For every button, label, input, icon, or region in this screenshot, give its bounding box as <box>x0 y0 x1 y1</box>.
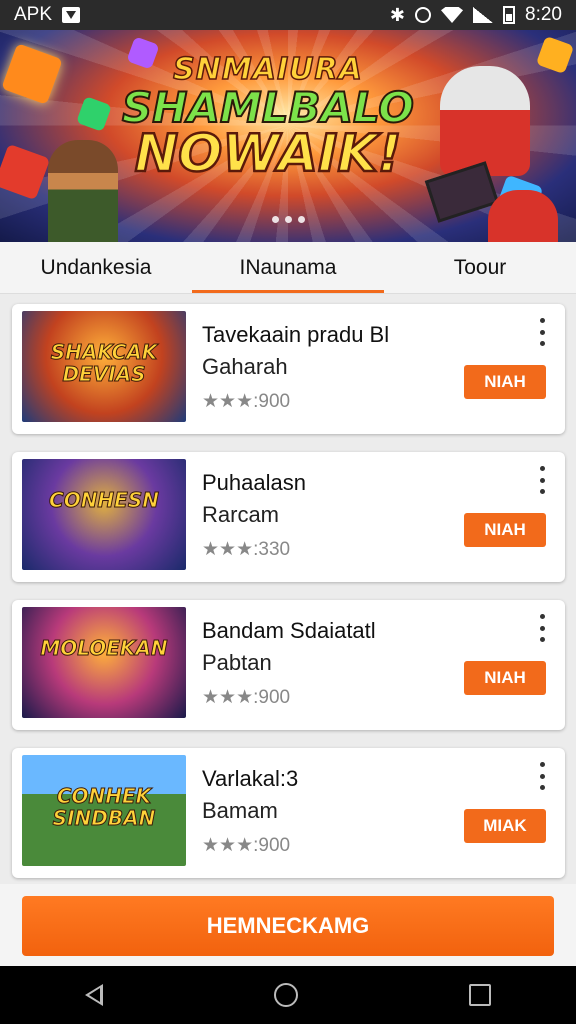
thumbnail-title: CONHESN <box>49 488 160 512</box>
install-button[interactable]: MIAK <box>464 809 546 843</box>
tab-toour[interactable]: Toour <box>384 242 576 293</box>
list-item[interactable]: MOLOEKAN Bandam Sdaiatatl Pabtan ★★★:900… <box>12 600 565 730</box>
carousel-indicator[interactable] <box>0 216 576 223</box>
wifi-icon <box>441 7 464 23</box>
thumbnail-art: CONHESN <box>22 459 186 570</box>
more-options-icon[interactable] <box>536 614 548 642</box>
game-thumbnail[interactable]: MOLOEKAN <box>22 607 186 718</box>
thumbnail-title: MOLOEKAN <box>40 636 168 660</box>
battery-icon <box>503 6 516 24</box>
hero-banner[interactable]: SNMAIURA SHAMLBALO NOWAIK! <box>0 30 576 242</box>
game-list: SHAKCAK DEVIAS Tavekaain pradu Bl Gahara… <box>12 304 565 896</box>
game-thumbnail[interactable]: CONHESN <box>22 459 186 570</box>
game-title: Puhaalasn <box>202 470 306 495</box>
more-options-icon[interactable] <box>536 762 548 790</box>
game-subtitle: Gaharah <box>202 354 288 379</box>
game-title: Tavekaain pradu Bl <box>202 322 390 347</box>
game-subtitle: Rarcam <box>202 502 280 527</box>
clock: 8:20 <box>525 4 562 25</box>
banner-fox-character <box>440 66 530 176</box>
thumbnail-art: MOLOEKAN <box>22 607 186 718</box>
carousel-dot[interactable] <box>297 216 305 223</box>
carrier-label: APK <box>14 4 53 25</box>
tab-label: Toour <box>453 255 507 279</box>
notification-icon <box>62 7 81 23</box>
system-nav-bar <box>0 966 576 1024</box>
game-subtitle: Pabtan <box>202 650 272 675</box>
tab-undankesia[interactable]: Undankesia <box>0 242 192 293</box>
home-icon[interactable] <box>273 983 298 1007</box>
status-right: ✱ 8:20 <box>390 4 562 26</box>
carousel-dot[interactable] <box>271 216 279 223</box>
game-rating: ★★★:900 <box>202 391 291 412</box>
game-thumbnail[interactable]: SHAKCAK DEVIAS <box>22 311 186 422</box>
game-title: Bandam Sdaiatatl <box>202 618 376 643</box>
tab-label: INaunama <box>239 255 337 279</box>
bottom-cta-bar: HEMNECKAMG <box>0 884 576 966</box>
thumbnail-title: SHAKCAK DEVIAS <box>50 340 158 386</box>
list-item[interactable]: SHAKCAK DEVIAS Tavekaain pradu Bl Gahara… <box>12 304 565 434</box>
tab-bar: Undankesia INaunama Toour <box>0 242 576 294</box>
banner-logo-line: NOWAIK! <box>133 123 402 186</box>
alarm-icon <box>415 7 432 23</box>
install-button[interactable]: NIAH <box>464 513 546 547</box>
thumbnail-title: CONHEK SINDBAN <box>52 784 156 830</box>
banner-logo: SNMAIURA SHAMLBALO NOWAIK! <box>118 51 418 186</box>
bluetooth-icon: ✱ <box>389 4 406 25</box>
back-icon[interactable] <box>85 984 104 1006</box>
thumbnail-art: CONHEK SINDBAN <box>22 755 186 866</box>
game-title: Varlakal:3 <box>202 766 299 791</box>
list-item[interactable]: CONHEK SINDBAN Varlakal:3 Bamam ★★★:900 … <box>12 748 565 878</box>
status-left: APK <box>14 4 81 26</box>
list-item[interactable]: CONHESN Puhaalasn Rarcam ★★★:330 NIAH <box>12 452 565 582</box>
more-options-icon[interactable] <box>536 466 548 494</box>
tab-inaunama[interactable]: INaunama <box>192 242 384 293</box>
banner-logo-line: SNMAIURA <box>172 51 363 88</box>
install-button[interactable]: NIAH <box>464 365 546 399</box>
recents-icon[interactable] <box>468 984 491 1006</box>
banner-hero-character <box>48 140 118 242</box>
game-thumbnail[interactable]: CONHEK SINDBAN <box>22 755 186 866</box>
game-rating: ★★★:900 <box>202 687 291 708</box>
status-bar: APK ✱ 8:20 <box>0 0 576 30</box>
signal-icon <box>473 7 494 23</box>
game-rating: ★★★:900 <box>202 835 291 856</box>
install-button[interactable]: NIAH <box>464 661 546 695</box>
game-subtitle: Bamam <box>202 798 278 823</box>
carousel-dot[interactable] <box>284 216 292 223</box>
primary-cta-button[interactable]: HEMNECKAMG <box>22 896 554 956</box>
more-options-icon[interactable] <box>536 318 548 346</box>
thumbnail-art: SHAKCAK DEVIAS <box>22 311 186 422</box>
tab-label: Undankesia <box>40 255 152 279</box>
game-rating: ★★★:330 <box>202 539 291 560</box>
